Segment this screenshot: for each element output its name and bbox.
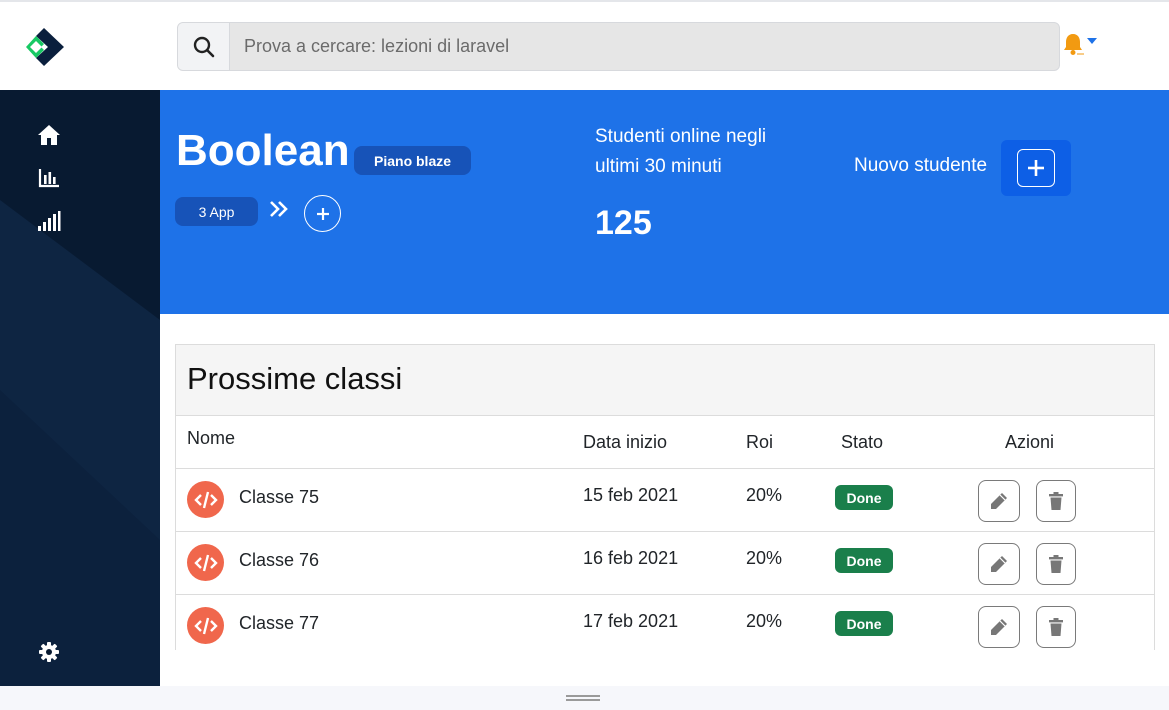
pencil-icon (991, 493, 1007, 509)
pencil-icon (991, 619, 1007, 635)
plus-icon (1028, 160, 1044, 176)
sidebar (0, 90, 160, 686)
plan-badge: Piano blaze (354, 146, 472, 175)
class-roi: 20% (746, 485, 783, 505)
upcoming-classes-card: Prossime classi Nome Data inizio Roi Sta… (175, 344, 1155, 650)
trash-icon (1049, 492, 1063, 510)
double-chevron-right-icon (270, 201, 288, 217)
new-student-label: Nuovo studente (854, 155, 988, 176)
delete-button[interactable] (1036, 606, 1076, 648)
code-icon (187, 544, 224, 581)
plus-icon (316, 207, 329, 220)
notifications-dropdown[interactable] (1062, 30, 1104, 58)
apps-badge[interactable]: 3 App (175, 197, 258, 226)
online-students-label: Studenti online negli ultimi 30 minuti (595, 126, 767, 177)
card-title: Prossime classi (187, 361, 403, 396)
pencil-icon (991, 556, 1007, 572)
table-row: Classe 77 17 feb 2021 20% Done (176, 594, 1154, 650)
top-header (0, 2, 1169, 90)
school-title: Boolean (176, 126, 350, 175)
delete-button[interactable] (1036, 543, 1076, 585)
bar-chart-icon (38, 169, 59, 188)
column-header-start: Data inizio (583, 432, 668, 452)
bell-icon (1064, 34, 1084, 55)
caret-down-icon (1087, 38, 1097, 44)
column-header-actions: Azioni (1005, 432, 1055, 452)
bottom-resize-bar (0, 686, 1169, 710)
school-summary-banner: Boolean Piano blaze 3 App Studenti onlin… (160, 90, 1169, 314)
card-header: Prossime classi (176, 345, 1154, 416)
edit-button[interactable] (978, 606, 1020, 648)
trash-icon (1049, 555, 1063, 573)
resize-handle[interactable] (566, 695, 600, 701)
search-input[interactable] (230, 23, 1059, 70)
column-header-roi: Roi (746, 432, 774, 452)
class-name[interactable]: Classe 77 (239, 613, 319, 634)
sidebar-item-stats[interactable] (36, 165, 62, 191)
column-header-name: Nome (187, 428, 236, 448)
search-icon (193, 36, 214, 57)
class-name[interactable]: Classe 75 (239, 487, 319, 508)
search-bar (177, 22, 1060, 71)
class-roi: 20% (746, 548, 783, 568)
edit-button[interactable] (978, 543, 1020, 585)
signal-icon (38, 211, 61, 231)
status-badge: Done (835, 548, 893, 573)
trash-icon (1049, 618, 1063, 636)
table-row: Classe 76 16 feb 2021 20% Done (176, 531, 1154, 594)
sidebar-item-home[interactable] (36, 122, 62, 148)
new-student-box (1017, 149, 1055, 187)
sidebar-background (0, 200, 160, 686)
class-roi: 20% (746, 611, 783, 631)
sidebar-item-signal[interactable] (36, 208, 62, 234)
class-start-date: 15 feb 2021 (583, 485, 679, 505)
class-start-date: 16 feb 2021 (583, 548, 679, 568)
column-header-status: Stato (841, 432, 884, 452)
new-student-button[interactable] (1001, 140, 1071, 196)
edit-button[interactable] (978, 480, 1020, 522)
search-button[interactable] (178, 23, 230, 70)
class-start-date: 17 feb 2021 (583, 611, 679, 631)
code-icon (187, 481, 224, 518)
table-row: Classe 75 15 feb 2021 20% Done (176, 468, 1154, 531)
gear-icon (39, 642, 59, 662)
add-app-button[interactable] (304, 195, 341, 232)
status-badge: Done (835, 611, 893, 636)
online-students-count: 125 (595, 204, 652, 242)
class-name[interactable]: Classe 76 (239, 550, 319, 571)
sidebar-item-settings[interactable] (36, 639, 62, 665)
delete-button[interactable] (1036, 480, 1076, 522)
home-icon (38, 125, 60, 145)
code-icon (187, 607, 224, 644)
status-badge: Done (835, 485, 893, 510)
diamond-logo-icon[interactable] (24, 28, 66, 66)
